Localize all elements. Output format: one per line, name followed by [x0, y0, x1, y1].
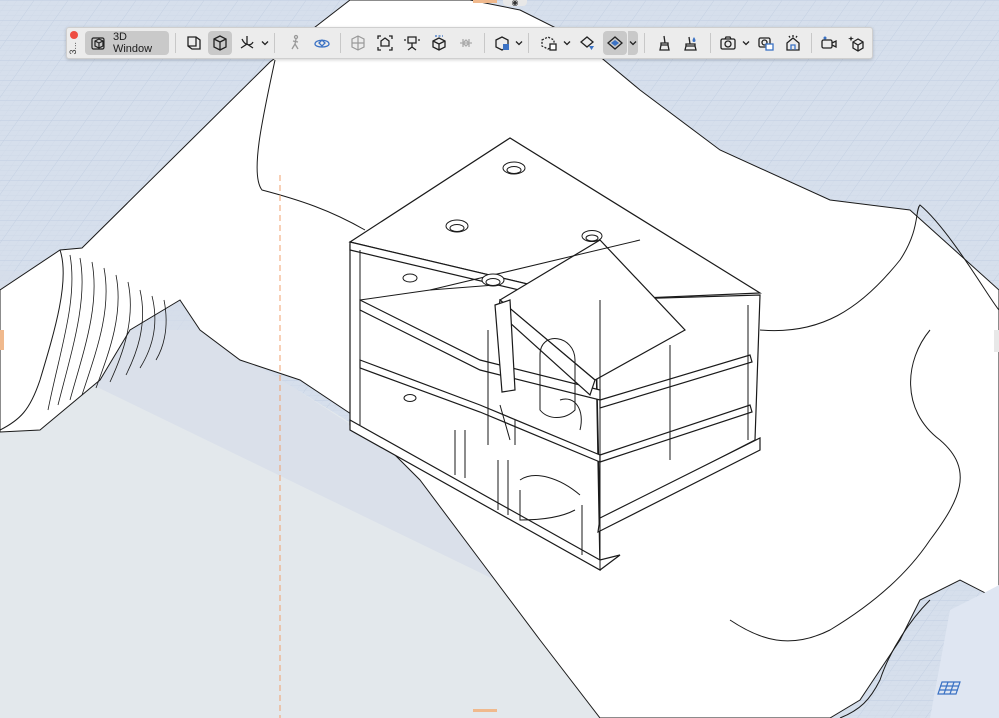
hidden-line-button[interactable]	[603, 31, 627, 55]
sun-study-icon	[786, 35, 800, 51]
solid-shading-button[interactable]	[575, 31, 599, 55]
cutaway-button[interactable]	[454, 31, 478, 55]
camera-icon	[720, 36, 736, 50]
explode-view-button[interactable]	[400, 31, 424, 55]
orbit-button[interactable]	[235, 31, 259, 55]
camera-button[interactable]	[716, 31, 740, 55]
section-box-icon	[495, 36, 509, 51]
walk-icon	[291, 34, 299, 50]
view-label: 3D Window	[112, 31, 153, 55]
navigator-button[interactable]	[310, 31, 334, 55]
walk-button[interactable]	[283, 31, 307, 55]
orthographic-icon	[187, 36, 201, 50]
model-display-icon	[351, 35, 365, 51]
orthographic-button[interactable]	[182, 31, 206, 55]
sun-study-button[interactable]	[781, 31, 805, 55]
3d-window-view-icon	[91, 37, 105, 50]
fit-in-window-button[interactable]	[373, 31, 397, 55]
fit-in-window-icon	[377, 35, 393, 51]
materials-icon	[684, 36, 697, 51]
explode-view-icon	[404, 36, 420, 51]
visibility-eye-icon[interactable]: ◉	[503, 0, 527, 7]
brush-icon	[659, 35, 670, 51]
brush-button[interactable]	[652, 31, 676, 55]
solid-shading-icon	[579, 36, 595, 50]
visual-settings-button[interactable]	[844, 31, 868, 55]
filter-icon	[541, 36, 557, 51]
right-edge-handle[interactable]	[994, 330, 999, 352]
view-toolbar: 3... 3D Window	[66, 27, 873, 59]
section-box-button[interactable]	[490, 31, 514, 55]
orbit-icon	[240, 36, 254, 49]
camera-menu-caret[interactable]	[741, 31, 751, 55]
model-display-button[interactable]	[346, 31, 370, 55]
video-camera-icon	[821, 36, 837, 49]
snapshot-button[interactable]	[754, 31, 778, 55]
materials-button[interactable]	[679, 31, 703, 55]
bottom-edge-handle[interactable]	[473, 709, 497, 712]
section-box-menu-caret[interactable]	[514, 31, 524, 55]
video-camera-button[interactable]	[817, 31, 841, 55]
close-dot[interactable]	[70, 31, 78, 39]
top-edge-handle[interactable]	[473, 0, 497, 3]
cutaway-icon	[460, 39, 472, 47]
hidden-line-icon	[607, 36, 623, 50]
marquee-icon	[432, 35, 446, 51]
tab-indicator[interactable]: 3...	[68, 42, 78, 55]
snapshot-icon	[758, 37, 774, 51]
perspective-icon	[213, 35, 227, 51]
filter-menu-caret[interactable]	[562, 31, 572, 55]
filter-button[interactable]	[537, 31, 561, 55]
3d-window-button[interactable]: 3D Window	[85, 31, 169, 55]
marquee-button[interactable]	[427, 31, 451, 55]
orbit-menu-caret[interactable]	[260, 31, 270, 55]
navigator-icon	[314, 39, 330, 48]
3d-viewport[interactable]	[0, 0, 999, 718]
left-edge-handle[interactable]	[0, 330, 4, 350]
visual-settings-icon	[848, 36, 864, 52]
perspective-button[interactable]	[208, 31, 232, 55]
hidden-line-menu-caret[interactable]	[628, 31, 638, 55]
